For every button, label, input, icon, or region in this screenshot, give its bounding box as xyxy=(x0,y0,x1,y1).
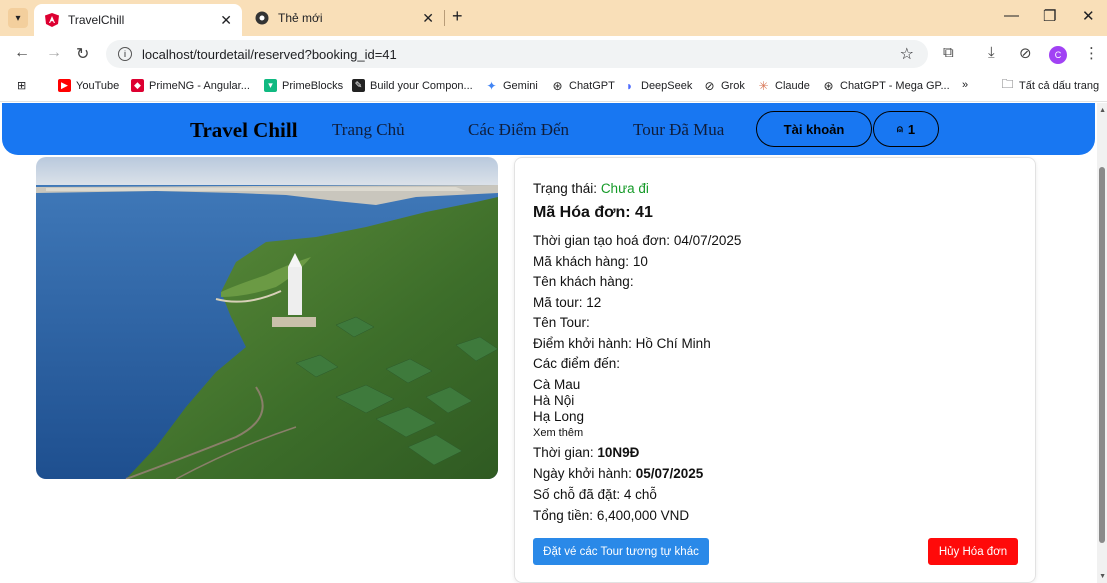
tab-new-tab[interactable]: Thẻ mới ✕ xyxy=(244,4,444,32)
tour-name-row: Tên Tour: xyxy=(533,315,590,330)
site-brand[interactable]: Travel Chill xyxy=(190,118,298,143)
tab-search-chevron-icon[interactable]: ▾ xyxy=(8,8,28,28)
close-tab-icon[interactable]: ✕ xyxy=(220,12,232,29)
youtube-icon: ▶ xyxy=(58,79,71,92)
page-viewport: Travel Chill Trang Chủ Các Điểm Đến Tour… xyxy=(0,103,1107,583)
duration-row: Thời gian: 10N9Đ xyxy=(533,445,640,460)
destinations-label: Các điểm đến: xyxy=(533,356,621,371)
deepseek-icon: ◗ xyxy=(625,78,634,93)
bookmark-star-icon[interactable]: ☆ xyxy=(900,44,914,64)
status-row: Trạng thái: Chưa đi xyxy=(533,181,649,196)
browser-toolbar: ← → ↻ i localhost/tourdetail/reserved?bo… xyxy=(0,36,1107,72)
tab-title: TravelChill xyxy=(68,13,125,27)
invoice-heading: Mã Hóa đơn: 41 xyxy=(533,204,653,221)
forward-arrow-icon[interactable]: → xyxy=(46,44,62,62)
destination-item: Cà Mau xyxy=(533,377,581,392)
browser-tab-bar: ▾ TravelChill ✕ Thẻ mới ✕ + — ❐ ✕ xyxy=(0,0,1107,36)
status-badge: Chưa đi xyxy=(600,181,649,196)
tab-title: Thẻ mới xyxy=(278,11,323,25)
url-text: localhost/tourdetail/reserved?booking_id… xyxy=(142,46,397,62)
tour-id-row: Mã tour: 12 xyxy=(533,295,602,310)
restore-icon[interactable]: ❐ xyxy=(1043,7,1056,25)
created-row: Thời gian tạo hoá đơn: 04/07/2025 xyxy=(533,233,742,248)
reload-icon[interactable]: ↻ xyxy=(76,44,89,64)
booking-detail-card: Trạng thái: Chưa đi Mã Hóa đơn: 41 Thời … xyxy=(514,157,1036,583)
tab-separator xyxy=(444,10,445,26)
extensions-puzzle-icon[interactable]: ⧉ xyxy=(943,44,954,61)
new-tab-plus-icon[interactable]: + xyxy=(452,6,463,27)
angular-favicon-icon xyxy=(44,12,60,28)
page-scrollbar[interactable]: ▲ ▼ xyxy=(1097,103,1107,583)
folder-icon: 🗀 xyxy=(1001,77,1014,91)
customer-name-row: Tên khách hàng: xyxy=(533,274,634,289)
bookmark-claude[interactable]: ✳ Claude xyxy=(757,78,809,93)
nav-purchased-tours-link[interactable]: Tour Đã Mua xyxy=(633,120,724,140)
address-bar[interactable]: i localhost/tourdetail/reserved?booking_… xyxy=(106,40,928,68)
download-icon[interactable]: ⤓ xyxy=(988,44,995,61)
seats-row: Số chỗ đã đặt: 4 chỗ xyxy=(533,487,657,502)
start-date-row: Ngày khởi hành: 05/07/2025 xyxy=(533,466,704,481)
scroll-up-arrow-icon[interactable]: ▲ xyxy=(1099,107,1106,114)
bookmark-primeblocks[interactable]: ▾ PrimeBlocks xyxy=(264,79,343,92)
chrome-favicon-icon xyxy=(254,10,270,26)
site-info-icon[interactable]: i xyxy=(118,47,132,61)
close-window-icon[interactable]: ✕ xyxy=(1082,7,1095,25)
tab-travelchill[interactable]: TravelChill ✕ xyxy=(34,4,242,36)
tour-photo xyxy=(36,157,498,479)
minimize-icon[interactable]: — xyxy=(1004,7,1019,24)
bookmark-chatgpt[interactable]: ⊛ ChatGPT xyxy=(551,78,614,93)
departure-row: Điểm khởi hành: Hồ Chí Minh xyxy=(533,336,711,351)
bookmark-gemini[interactable]: ✦ Gemini xyxy=(485,78,537,93)
primeblocks-icon: ▾ xyxy=(264,79,277,92)
chatgpt-icon: ⊛ xyxy=(552,78,563,93)
chatgpt-icon: ⊛ xyxy=(823,78,834,93)
profile-avatar[interactable]: C xyxy=(1049,46,1067,64)
bookmark-youtube[interactable]: ▶ YouTube xyxy=(58,79,119,92)
close-tab-icon[interactable]: ✕ xyxy=(422,10,434,27)
notifications-button[interactable]: ⍝ 1 xyxy=(873,111,939,147)
back-arrow-icon[interactable]: ← xyxy=(14,44,30,62)
more-menu-icon[interactable]: ⋮ xyxy=(1084,44,1099,62)
destination-item: Hạ Long xyxy=(533,409,585,424)
apps-grid-icon[interactable]: ⊞ xyxy=(17,79,26,92)
nav-destinations-link[interactable]: Các Điểm Đến xyxy=(468,120,569,140)
scrollbar-thumb[interactable] xyxy=(1099,167,1105,543)
bookmarks-overflow-button[interactable]: » xyxy=(962,79,968,91)
site-navbar: Travel Chill Trang Chủ Các Điểm Đến Tour… xyxy=(2,103,1095,155)
nav-home-link[interactable]: Trang Chủ xyxy=(332,120,405,140)
build-icon: ✎ xyxy=(352,79,365,92)
claude-icon: ✳ xyxy=(758,78,769,93)
bookmark-build[interactable]: ✎ Build your Compon... xyxy=(352,79,473,92)
bell-icon: ⍝ xyxy=(896,123,903,135)
scroll-down-arrow-icon[interactable]: ▼ xyxy=(1099,573,1106,580)
bookmark-grok[interactable]: ⊘ Grok xyxy=(703,78,744,93)
invoice-id: 41 xyxy=(635,204,653,221)
bookmark-deepseek[interactable]: ◗ DeepSeek xyxy=(623,78,693,93)
customer-id-row: Mã khách hàng: 10 xyxy=(533,254,648,269)
grok-icon: ⊘ xyxy=(704,78,715,93)
primeng-icon: ◆ xyxy=(131,79,144,92)
destination-item: Hà Nội xyxy=(533,393,575,408)
bookmarks-bar: ⊞ ▶ YouTube ◆ PrimeNG - Angular... ▾ Pri… xyxy=(0,72,1107,102)
see-more-link[interactable]: Xem thêm xyxy=(533,427,583,439)
account-button[interactable]: Tài khoản xyxy=(756,111,872,147)
gemini-icon: ✦ xyxy=(486,78,497,93)
all-bookmarks-folder[interactable]: 🗀 Tất cả dấu trang xyxy=(1001,77,1099,92)
cancel-invoice-button[interactable]: Hủy Hóa đơn xyxy=(928,538,1018,565)
bookmark-primeng[interactable]: ◆ PrimeNG - Angular... xyxy=(131,79,250,92)
notification-count: 1 xyxy=(907,121,916,137)
book-similar-tours-button[interactable]: Đặt vé các Tour tương tự khác xyxy=(533,538,709,565)
performance-icon[interactable]: ⊘ xyxy=(1019,44,1032,62)
bookmark-chatgpt-mega[interactable]: ⊛ ChatGPT - Mega GP... xyxy=(822,78,949,93)
total-row: Tổng tiền: 6,400,000 VND xyxy=(533,508,690,523)
